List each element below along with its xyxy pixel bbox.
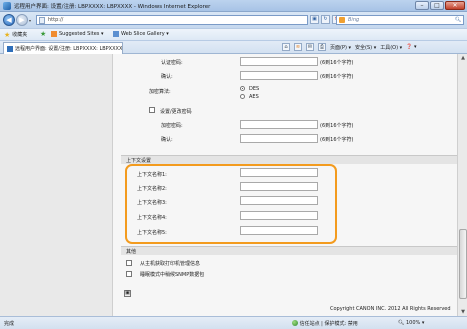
tab-row: 远程用户界面: 设置/注册: LBPXXXX: LBPXXXX ⌂ ≋ ✉ ⎙ … [0,40,467,54]
page-menu[interactable]: 页面(P) ▾ [330,44,351,51]
home-icon[interactable]: ⌂ [282,43,290,51]
auth-confirm-label: 确认: [161,74,173,80]
auth-password-field[interactable] [240,57,318,66]
safety-menu[interactable]: 安全(S) ▾ [355,44,376,51]
search-input[interactable]: Bing 🔍︎ [336,15,464,25]
bing-icon [339,17,345,23]
set-change-password-label: 设置/更改密码 [160,109,192,115]
page-icon [39,17,45,24]
compatibility-view-icon[interactable]: ▣ [310,15,319,24]
web-slice-gallery-label: Web Slice Gallery ▾ [121,31,169,37]
encryption-password-field[interactable] [240,120,318,129]
auth-confirm-note: (6到16个字符) [320,74,354,80]
favorites-star-icon: ★ [4,30,11,39]
aes-radio[interactable] [240,94,245,99]
search-placeholder: Bing [348,17,360,23]
aes-label: AES [249,94,259,100]
maximize-button[interactable]: □ [430,1,444,10]
encryption-confirm-label: 确认: [161,137,173,143]
favorites-bar: ★ 收藏夹 ★ Suggested Sites ▾ Web Slice Gall… [0,28,467,40]
suggested-sites-label: Suggested Sites ▾ [59,31,104,37]
page-top-icon[interactable]: ▣ [124,290,131,297]
context-settings-title: 上下文设置 [126,158,152,164]
scroll-down-icon[interactable]: ▼ [459,308,467,316]
context-settings-highlight [125,164,337,244]
left-navigation-panel [0,54,113,316]
encryption-confirm-field[interactable] [240,134,318,143]
web-slice-icon [113,31,119,37]
set-change-password-checkbox[interactable] [149,107,155,113]
window-title-bar: 远程用户界面: 设置/注册: LBPXXXX: LBPXXXX - Window… [0,0,467,12]
recent-pages-dropdown-icon[interactable]: ▾ [29,18,31,23]
context-settings-header: 上下文设置 [121,155,457,164]
ie-app-icon [3,2,11,10]
forward-button[interactable]: ▶ [16,14,28,26]
help-menu[interactable]: ❓ ▾ [406,44,416,50]
auth-confirm-field[interactable] [240,71,318,80]
other-settings-header: 其他 [121,246,457,255]
auth-password-label: 认证密码: [161,60,183,66]
des-radio[interactable] [240,86,245,91]
tools-menu[interactable]: 工具(O) ▾ [380,44,402,51]
tab-label: 远程用户界面: 设置/注册: LBPXXXX: LBPXXXX [15,46,123,52]
snmp-sleep-checkbox[interactable] [126,271,132,277]
security-zone-label: 信任站点 | 保护模式: 禁用 [299,321,358,327]
tab-page-icon [7,46,13,52]
other-settings-title: 其他 [126,249,137,255]
get-printer-info-label: 从主机获取打印机管理信息 [140,261,201,267]
print-icon[interactable]: ⎙ [318,43,326,51]
add-favorite-button[interactable]: ★ [40,30,47,38]
status-text: 完成 [4,321,15,327]
scrollbar-thumb[interactable] [459,229,467,299]
zoom-level: 100% [405,320,421,326]
encryption-password-note: (6到16个字符) [320,123,354,129]
address-bar: ◀ ▶ ▾ http:// ▣ ↻ ✕ Bing 🔍︎ [0,12,467,28]
close-button[interactable]: ✕ [445,1,465,10]
status-bar: 完成 信任站点 | 保护模式: 禁用 🔍︎ 100% ▾ [0,316,467,329]
encryption-confirm-note: (6到16个字符) [320,137,354,143]
url-text: http:// [48,17,64,23]
back-button[interactable]: ◀ [3,14,15,26]
trusted-sites-icon [292,320,298,326]
snmp-sleep-label: 睡眠模式中稍候SNMP数据包 [140,272,205,278]
feeds-icon[interactable]: ≋ [294,43,302,51]
add-favorite-icon: ★ [40,30,47,38]
window-title: 远程用户界面: 设置/注册: LBPXXXX: LBPXXXX - Window… [14,4,211,10]
read-mail-icon[interactable]: ✉ [306,43,314,51]
des-label: DES [249,86,260,92]
refresh-icon[interactable]: ↻ [321,15,330,24]
zoom-control[interactable]: 🔍︎ 100% ▾ [398,320,424,326]
search-magnifier-icon[interactable]: 🔍︎ [454,17,462,23]
zoom-dropdown-icon: ▾ [421,320,425,326]
scroll-up-icon[interactable]: ▲ [459,54,467,62]
suggested-sites-icon [51,31,57,37]
web-slice-gallery-link[interactable]: Web Slice Gallery ▾ [113,31,169,37]
get-printer-info-checkbox[interactable] [126,260,132,266]
encryption-password-label: 加密密码: [161,123,183,129]
favorites-button[interactable]: ★ 收藏夹 [4,31,27,38]
security-zone[interactable]: 信任站点 | 保护模式: 禁用 [292,320,358,327]
auth-password-note: (6到16个字符) [320,60,354,66]
encryption-algorithm-label: 加密算法: [149,89,171,95]
minimize-button[interactable]: – [415,1,429,10]
copyright-text: Copyright CANON INC. 2012 All Rights Res… [330,306,451,312]
suggested-sites-link[interactable]: Suggested Sites ▾ [51,31,103,37]
favorites-label: 收藏夹 [12,32,28,38]
zoom-magnifier-icon: 🔍︎ [398,320,405,326]
vertical-scrollbar[interactable]: ▲ ▼ [457,54,467,316]
url-field[interactable]: http:// [36,15,308,25]
tab-current[interactable]: 远程用户界面: 设置/注册: LBPXXXX: LBPXXXX [3,42,123,54]
